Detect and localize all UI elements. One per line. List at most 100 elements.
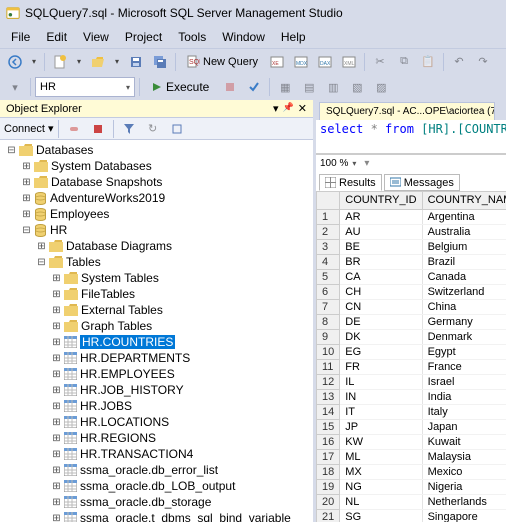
tree-db-diagrams[interactable]: ⊞Database Diagrams [0,238,313,254]
table-row[interactable]: 14ITItaly1 [317,404,506,419]
table-row[interactable]: 8DEGermany1 [317,314,506,329]
cell[interactable]: Kuwait [422,434,506,449]
tree-folder-0[interactable]: ⊞System Tables [0,270,313,286]
cell[interactable]: IT [340,404,422,419]
tab-results[interactable]: Results [319,174,382,191]
tree-database-snapshots[interactable]: ⊞Database Snapshots [0,174,313,190]
menu-view[interactable]: View [76,28,116,46]
cell[interactable]: MX [340,464,422,479]
stop-conn-button[interactable] [87,118,109,140]
tree-table-9[interactable]: ⊞ssma_oracle.db_LOB_output [0,478,313,494]
row-header[interactable]: 5 [317,269,340,284]
row-header[interactable]: 16 [317,434,340,449]
cell[interactable]: India [422,389,506,404]
open-drop[interactable]: ▾ [111,51,123,73]
cell[interactable]: France [422,359,506,374]
tree-db-adventureworks[interactable]: ⊞AdventureWorks2019 [0,190,313,206]
close-icon[interactable]: ✕ [298,102,307,115]
cell[interactable]: Japan [422,419,506,434]
cell[interactable]: KW [340,434,422,449]
table-row[interactable]: 3BEBelgium1 [317,239,506,254]
tree-databases[interactable]: ⊟Databases [0,142,313,158]
query-type-2[interactable]: MDX [290,51,312,73]
cell[interactable]: Israel [422,374,506,389]
row-header[interactable]: 17 [317,449,340,464]
cell[interactable]: Egypt [422,344,506,359]
table-row[interactable]: 7CNChina3 [317,299,506,314]
cell[interactable]: Netherlands [422,494,506,509]
pin-icon[interactable]: ▾ [273,102,279,115]
table-row[interactable]: 13INIndia3 [317,389,506,404]
parse-button[interactable] [243,76,265,98]
table-row[interactable]: 2AUAustralia3 [317,224,506,239]
cell[interactable]: China [422,299,506,314]
tree-table-8[interactable]: ⊞ssma_oracle.db_error_list [0,462,313,478]
cut-button[interactable]: ✂ [369,51,391,73]
cell[interactable]: Canada [422,269,506,284]
tab-sqlquery7[interactable]: SQLQuery7.sql - AC...OPE\aciortea (70))*… [319,102,495,120]
clientstats-button[interactable]: ▤ [298,76,320,98]
filter-button[interactable] [118,118,140,140]
cell[interactable]: IL [340,374,422,389]
table-row[interactable]: 21SGSingapore3 [317,509,506,522]
zoom-value[interactable]: 100 % [320,158,348,169]
row-header[interactable]: 6 [317,284,340,299]
tree-table-5[interactable]: ⊞HR.LOCATIONS [0,414,313,430]
table-row[interactable]: 16KWKuwait4 [317,434,506,449]
table-row[interactable]: 10EGEgypt4 [317,344,506,359]
copy-button[interactable]: ⧉ [393,51,415,73]
table-row[interactable]: 4BRBrazil2 [317,254,506,269]
cell[interactable]: ML [340,449,422,464]
expand-icon[interactable]: ⊞ [51,305,62,316]
row-header[interactable]: 9 [317,329,340,344]
query-type-3[interactable]: DAX [314,51,336,73]
refresh-button[interactable]: ↻ [142,118,164,140]
tree-table-1[interactable]: ⊞HR.DEPARTMENTS [0,350,313,366]
tree-table-4[interactable]: ⊞HR.JOBS [0,398,313,414]
col-header-1[interactable]: COUNTRY_NAME [422,192,506,209]
expand-icon[interactable]: ⊞ [51,449,62,460]
cell[interactable]: CA [340,269,422,284]
cell[interactable]: Switzerland [422,284,506,299]
table-row[interactable]: 19NGNigeria4 [317,479,506,494]
table-row[interactable]: 5CACanada2 [317,269,506,284]
expand-icon[interactable]: ⊞ [51,369,62,380]
cell[interactable]: Australia [422,224,506,239]
cell[interactable]: Italy [422,404,506,419]
save-button[interactable] [125,51,147,73]
paste-button[interactable]: 📋 [417,51,439,73]
save-all-button[interactable] [149,51,171,73]
tree-table-11[interactable]: ⊞ssma_oracle.t_dbms_sql_bind_variable [0,510,313,522]
cell[interactable]: AU [340,224,422,239]
expand-icon[interactable]: ⊞ [51,401,62,412]
cell[interactable]: Singapore [422,509,506,522]
menu-edit[interactable]: Edit [39,28,74,46]
results-to-text[interactable]: ▨ [370,76,392,98]
tree-folder-2[interactable]: ⊞External Tables [0,302,313,318]
tree-table-6[interactable]: ⊞HR.REGIONS [0,430,313,446]
cell[interactable]: Brazil [422,254,506,269]
results-grid[interactable]: COUNTRY_IDCOUNTRY_NAMEREGI1ARArgentina22… [316,192,506,522]
object-tree[interactable]: ⊟Databases⊞System Databases⊞Database Sna… [0,140,313,522]
tree-table-0[interactable]: ⊞HR.COUNTRIES [0,334,313,350]
menu-tools[interactable]: Tools [171,28,213,46]
tree-folder-1[interactable]: ⊞FileTables [0,286,313,302]
expand-icon[interactable]: ⊞ [21,177,32,188]
table-row[interactable]: 1ARArgentina2 [317,209,506,224]
expand-icon[interactable]: ⊞ [21,161,32,172]
table-row[interactable]: 11FRFrance1 [317,359,506,374]
col-header-0[interactable]: COUNTRY_ID [340,192,422,209]
undo-button[interactable]: ↶ [448,51,470,73]
expand-icon[interactable]: ⊞ [51,417,62,428]
expand-icon[interactable]: ⊞ [51,337,62,348]
expand-icon[interactable]: ⊞ [51,481,62,492]
row-header[interactable]: 18 [317,464,340,479]
expand-icon[interactable]: ⊞ [21,209,32,220]
expand-icon[interactable]: ⊞ [51,321,62,332]
row-header[interactable]: 13 [317,389,340,404]
table-row[interactable]: 20NLNetherlands1 [317,494,506,509]
tree-db-hr[interactable]: ⊟HR [0,222,313,238]
tree-table-10[interactable]: ⊞ssma_oracle.db_storage [0,494,313,510]
query-type-1[interactable]: XE [266,51,288,73]
table-row[interactable]: 15JPJapan3 [317,419,506,434]
